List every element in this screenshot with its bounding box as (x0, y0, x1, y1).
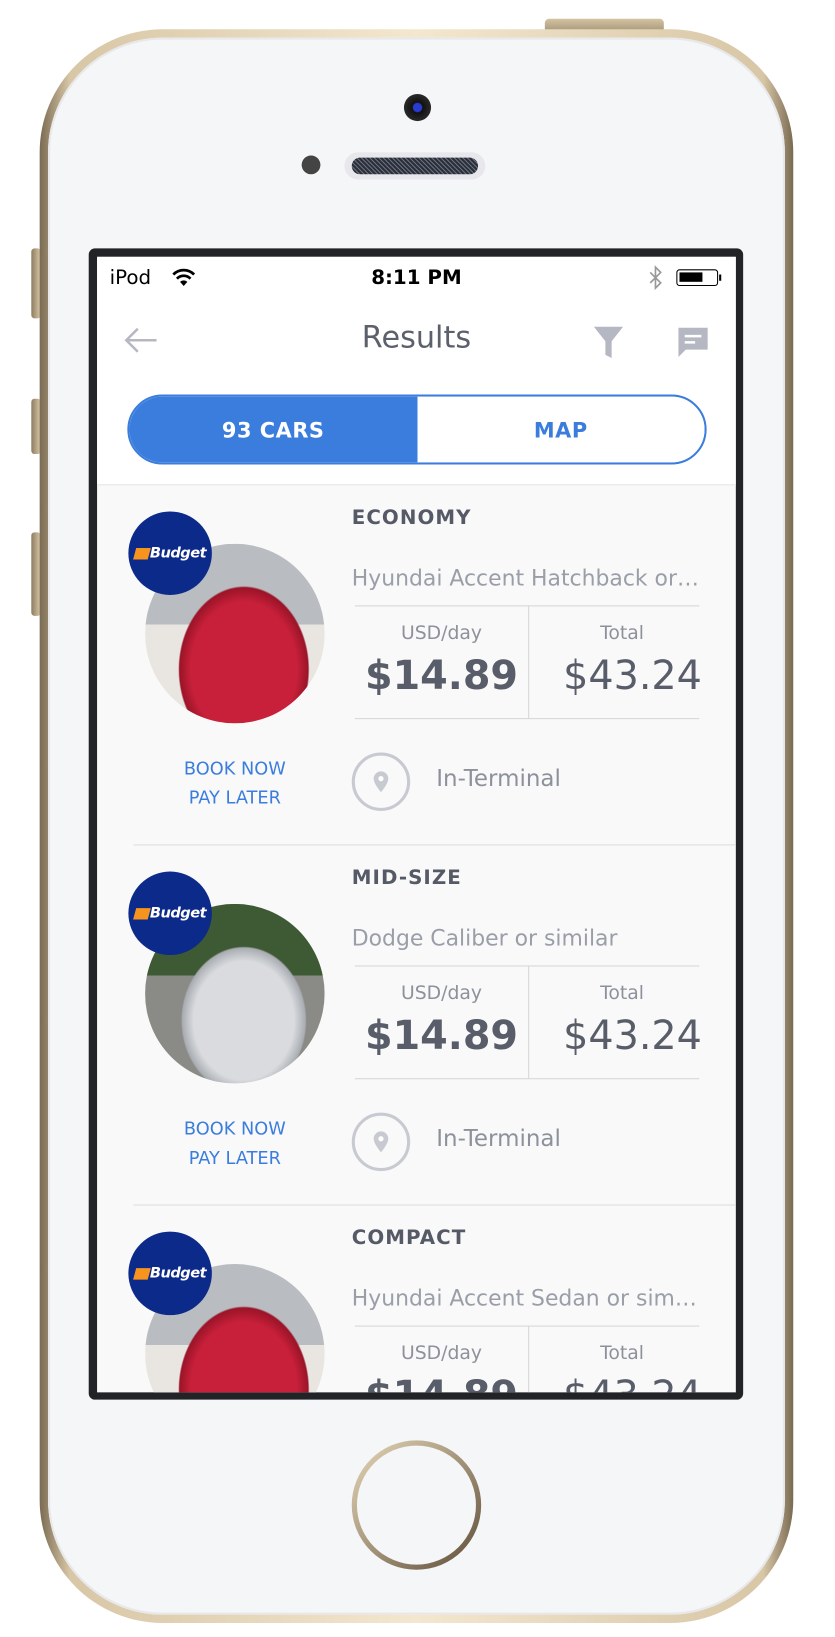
book-now-button[interactable]: BOOK NOW PAY LATER (151, 1115, 318, 1173)
per-day-label: USD/day (400, 622, 483, 644)
pickup-location: In-Terminal (436, 766, 561, 793)
car-category: ECONOMY (351, 506, 472, 530)
tab-map[interactable]: MAP (416, 396, 705, 463)
per-day-price: $14.89 (364, 652, 519, 699)
pay-later-label: PAY LATER (188, 788, 281, 809)
proximity-sensor (301, 155, 321, 175)
car-category: MID-SIZE (351, 866, 462, 890)
location-pin-icon (351, 1112, 411, 1172)
divider (528, 1325, 530, 1393)
home-button[interactable] (351, 1440, 482, 1570)
vendor-name: Budget (149, 904, 207, 922)
vendor-logo: Budget (128, 871, 212, 956)
per-day-price: $14.89 (355, 1373, 528, 1393)
clock: 8:11 PM (371, 266, 462, 290)
total-label: Total (600, 982, 645, 1005)
view-toggle: 93 CARS MAP (127, 394, 707, 465)
divider (528, 965, 530, 1079)
vendor-logo: Budget (128, 1231, 212, 1316)
chat-icon[interactable] (676, 326, 709, 359)
car-name: Hyundai Accent Sedan or similar (351, 1285, 702, 1311)
total-price: $43.24 (563, 1012, 702, 1059)
filter-icon[interactable] (593, 326, 624, 359)
vendor-name: Budget (149, 1265, 207, 1282)
divider (354, 1078, 700, 1080)
vendor-logo: Budget (128, 511, 212, 595)
battery-icon (676, 269, 719, 286)
bluetooth-icon (649, 265, 662, 291)
front-camera (403, 93, 432, 122)
book-now-label: BOOK NOW (183, 758, 286, 780)
total-label: Total (600, 622, 645, 644)
book-now-button[interactable]: BOOK NOW PAY LATER (151, 755, 318, 813)
tab-cars[interactable]: 93 CARS (129, 396, 417, 463)
divider (354, 1325, 700, 1327)
nav-bar: Results 93 CARS MAP (97, 298, 736, 486)
result-card[interactable]: Budget MID-SIZE Dodge Caliber or similar… (97, 845, 736, 1206)
total-label: Total (600, 1342, 645, 1365)
car-name: Hyundai Accent Hatchback or similar (351, 565, 702, 591)
screen: iPod 8:11 PM Results 93 CARS MAP Budget … (97, 256, 736, 1393)
page-title: Results (361, 319, 472, 355)
divider (354, 605, 700, 607)
divider (354, 965, 700, 967)
location-pin-icon (351, 752, 411, 811)
per-day-label: USD/day (400, 1342, 483, 1365)
total-price: $43.24 (546, 1373, 719, 1393)
earpiece-speaker (344, 152, 486, 180)
device-mockup: iPod 8:11 PM Results 93 CARS MAP Budget … (0, 0, 835, 1637)
per-day-price: $14.89 (364, 1012, 519, 1059)
battery-tip (719, 274, 722, 281)
pickup-location: In-Terminal (436, 1126, 561, 1153)
total-price: $43.24 (563, 652, 702, 699)
result-card[interactable]: Budget COMPACT Hyundai Accent Sedan or s… (97, 1206, 736, 1393)
vendor-name: Budget (149, 544, 207, 562)
car-category: COMPACT (351, 1226, 467, 1250)
result-card[interactable]: Budget ECONOMY Hyundai Accent Hatchback … (97, 485, 736, 846)
pay-later-label: PAY LATER (188, 1148, 281, 1169)
divider (354, 718, 700, 720)
book-now-label: BOOK NOW (183, 1118, 286, 1140)
per-day-label: USD/day (400, 982, 483, 1005)
status-bar: iPod 8:11 PM (97, 256, 736, 299)
divider (528, 605, 530, 719)
car-name: Dodge Caliber or similar (351, 925, 618, 951)
